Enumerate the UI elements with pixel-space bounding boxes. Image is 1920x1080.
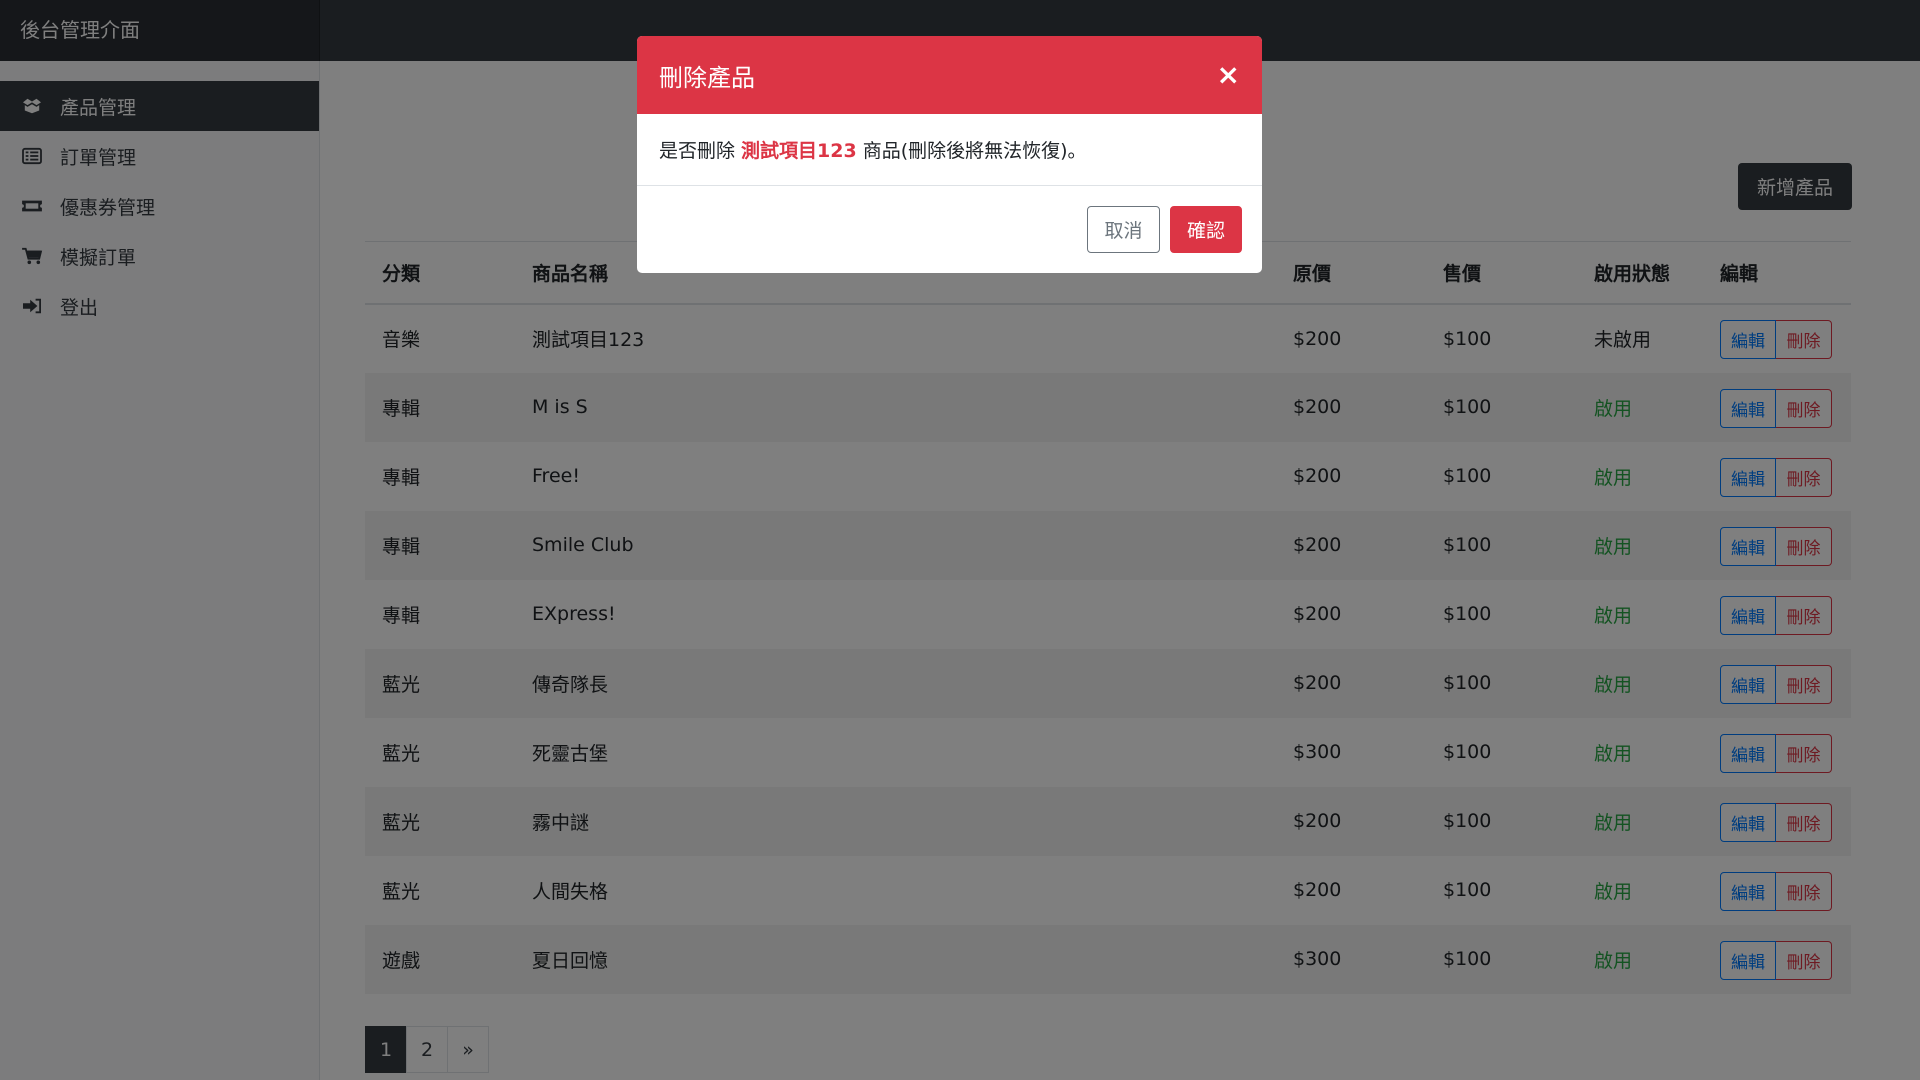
delete-product-modal: 刪除產品 × 是否刪除 測試項目123 商品(刪除後將無法恢復)。 取消 確認: [637, 36, 1262, 273]
modal-body-suffix: 商品(刪除後將無法恢復)。: [862, 140, 1087, 162]
modal-body-item-name: 測試項目123: [741, 140, 857, 162]
confirm-button[interactable]: 確認: [1170, 206, 1242, 253]
close-icon[interactable]: ×: [1217, 61, 1240, 89]
modal-footer: 取消 確認: [637, 186, 1262, 273]
cancel-button[interactable]: 取消: [1087, 206, 1160, 253]
modal-body: 是否刪除 測試項目123 商品(刪除後將無法恢復)。: [637, 114, 1262, 186]
modal-title: 刪除產品: [659, 63, 755, 92]
modal-header: 刪除產品 ×: [637, 36, 1262, 114]
modal-body-prefix: 是否刪除: [659, 140, 736, 162]
